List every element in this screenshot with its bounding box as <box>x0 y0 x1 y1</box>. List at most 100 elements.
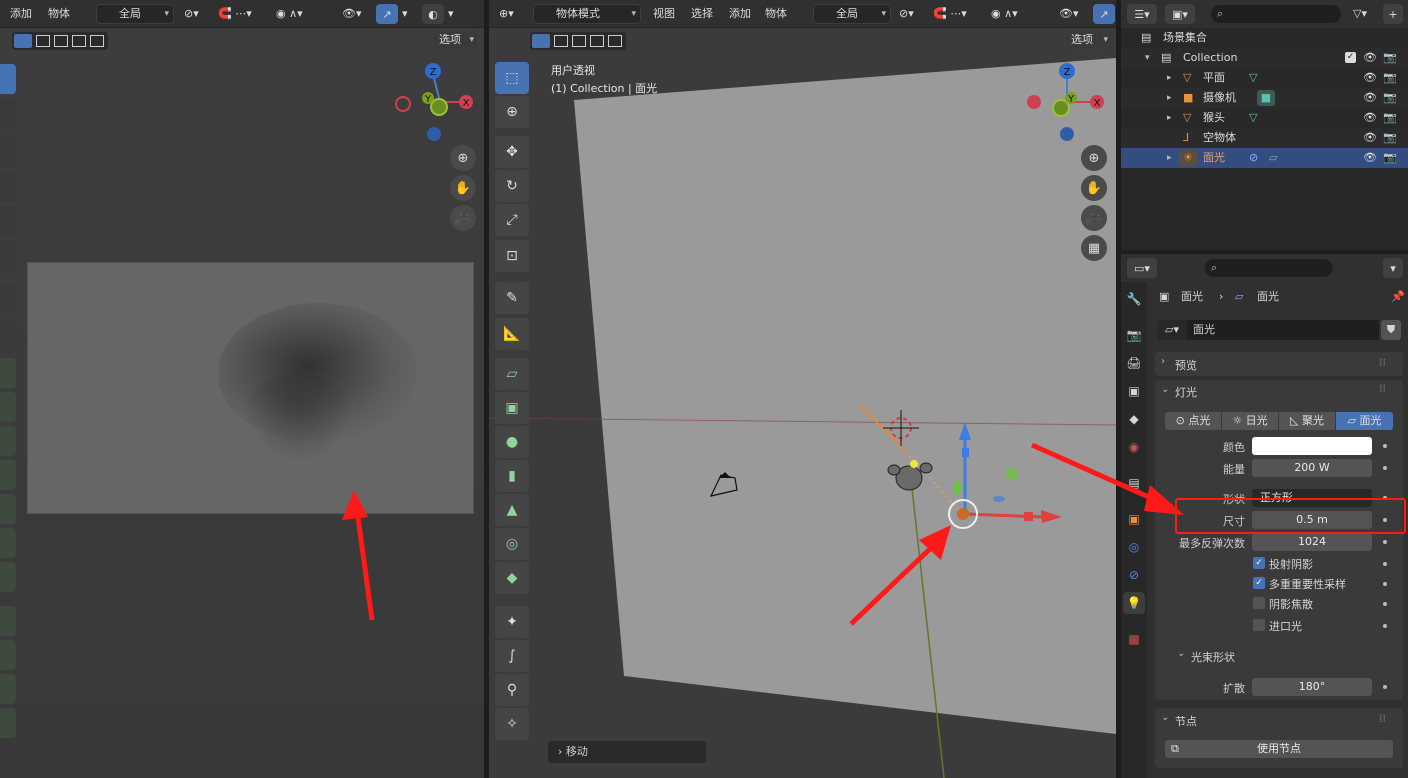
eye-icon[interactable]: 👁 <box>1363 48 1377 68</box>
eye-icon[interactable]: 👁 <box>1363 88 1377 108</box>
max-bounces-field[interactable]: 1024 <box>1252 533 1372 551</box>
add-shape-tool-icon[interactable]: ◆ <box>495 562 529 594</box>
preview-panel[interactable]: › 预览 ⁞⁞ <box>1155 352 1403 376</box>
add-curve-tool-icon[interactable]: ∫ <box>495 640 529 672</box>
orientation-dropdown[interactable]: 全局 ▾ <box>813 4 891 24</box>
add-empty-tool-icon[interactable]: ⚲ <box>495 674 529 706</box>
visibility-icon[interactable]: 👁▾ <box>342 6 362 22</box>
camera-data-icon[interactable]: ■ <box>1257 90 1275 106</box>
outliner-item[interactable]: ▸ ▽ 平面 ▽ 👁 📷 <box>1121 68 1408 88</box>
add-modifier-tool-icon[interactable]: ✦ <box>495 606 529 638</box>
exclude-checkbox[interactable]: ✓ <box>1345 52 1356 63</box>
add-torus-tool-icon[interactable] <box>0 528 16 558</box>
add-sphere-tool-icon[interactable]: ● <box>495 426 529 458</box>
scale-tool-icon[interactable] <box>0 206 16 236</box>
fake-user-shield-icon[interactable]: ⛊ <box>1381 320 1401 340</box>
keyframe-dot[interactable] <box>1383 582 1387 586</box>
outliner-search-input[interactable]: ⌕ <box>1211 5 1341 23</box>
eye-icon[interactable]: 👁 <box>1363 128 1377 148</box>
select-mode-group[interactable] <box>12 32 108 50</box>
add-tool-icon[interactable] <box>0 606 16 636</box>
view-layer-tab-icon[interactable]: ▣ <box>1123 380 1145 402</box>
point-light-button[interactable]: ⊙ 点光 <box>1165 412 1221 430</box>
transform-tool-icon[interactable] <box>0 242 16 272</box>
add-torus-tool-icon[interactable]: ◎ <box>495 528 529 560</box>
pin-icon[interactable]: 📌 <box>1391 288 1405 306</box>
eye-icon[interactable]: 👁 <box>1363 108 1377 128</box>
texture-tab-icon[interactable]: ▩ <box>1123 628 1145 650</box>
add-plane-tool-icon[interactable] <box>0 358 16 388</box>
menu-add[interactable]: 添加 <box>729 6 751 22</box>
eye-icon[interactable]: 👁 <box>1363 148 1377 168</box>
pan-hand-icon[interactable]: ✋ <box>450 175 476 201</box>
render-camera-icon[interactable]: 📷 <box>1383 48 1397 68</box>
grid-view-icon[interactable]: ▦ <box>1081 235 1107 261</box>
color-swatch[interactable] <box>1252 437 1372 455</box>
add-tool-icon[interactable] <box>0 674 16 704</box>
keyframe-dot[interactable] <box>1383 562 1387 566</box>
menu-add[interactable]: 添加 <box>10 6 32 22</box>
filter-icon[interactable]: ▽▾ <box>1353 6 1367 22</box>
move-tool-icon[interactable]: ✥ <box>495 136 529 168</box>
display-mode-icon[interactable]: ▣▾ <box>1165 4 1195 24</box>
outliner-item[interactable]: ⅃ 空物体 👁 📷 <box>1121 128 1408 148</box>
add-light-tool-icon[interactable]: ✧ <box>495 708 529 740</box>
constraints-tab-icon[interactable]: ⊘ <box>1123 564 1145 586</box>
select-tool-icon[interactable] <box>0 64 16 94</box>
add-cone-tool-icon[interactable] <box>0 494 16 524</box>
select-box-tool-icon[interactable]: ⬚ <box>495 62 529 94</box>
outliner-item[interactable]: ▸ ▽ 猴头 ▽ 👁 📷 <box>1121 108 1408 128</box>
render-camera-icon[interactable]: 📷 <box>1383 108 1397 128</box>
light-data-icon[interactable]: ⊘ <box>1249 148 1258 168</box>
add-tool-icon[interactable] <box>0 708 16 738</box>
drag-handle-icon[interactable]: ⁞⁞ <box>1379 712 1386 725</box>
add-cylinder-tool-icon[interactable] <box>0 460 16 490</box>
use-nodes-button[interactable]: ⧉ 使用节点 <box>1165 740 1393 758</box>
pivot-icon[interactable]: ⊘▾ <box>184 6 199 22</box>
gizmo-toggle-icon[interactable]: ↗ <box>376 4 398 24</box>
datablock-name-field[interactable]: 面光 <box>1187 320 1379 340</box>
portal-checkbox[interactable] <box>1253 619 1265 631</box>
scale-tool-icon[interactable]: ⤢ <box>495 204 529 236</box>
cursor-tool-icon[interactable]: ⊕ <box>495 96 529 128</box>
main-viewport[interactable]: ⊕▾ 物体模式 ▾ 视图 选择 添加 物体 全局 ▾ ⊘▾ 🧲 ⋯▾ ◉ ∧▾ 👁▾… <box>489 0 1116 778</box>
keyframe-dot[interactable] <box>1383 685 1387 689</box>
add-cube-tool-icon[interactable] <box>0 392 16 422</box>
left-viewport[interactable]: 添加 物体 全局 ▾ ⊘▾ 🧲 ⋯▾ ◉ ∧▾ 👁▾ ↗ ▾ ◐ ▾ 选项▾ <box>0 0 484 778</box>
output-tab-icon[interactable]: 🖨 <box>1123 352 1145 374</box>
camera-view-icon[interactable]: 🎥 <box>1081 205 1107 231</box>
snap-icon[interactable]: 🧲 ⋯▾ <box>218 6 252 22</box>
chevron-down-icon[interactable]: ⌄ <box>1177 648 1185 659</box>
mode-dropdown[interactable]: 物体模式 ▾ <box>533 4 641 24</box>
add-cone-tool-icon[interactable]: ▲ <box>495 494 529 526</box>
pivot-icon[interactable]: ⊘▾ <box>899 6 914 22</box>
browse-light-icon[interactable]: ▱▾ <box>1157 320 1187 340</box>
add-cylinder-tool-icon[interactable]: ▮ <box>495 460 529 492</box>
annotate-tool-icon[interactable] <box>0 284 16 314</box>
gizmo-dropdown-icon[interactable]: ▾ <box>402 6 408 22</box>
menu-object[interactable]: 物体 <box>765 6 787 22</box>
proportional-icon[interactable]: ◉ ∧▾ <box>991 6 1018 22</box>
render-camera-icon[interactable]: 📷 <box>1383 88 1397 108</box>
add-plane-tool-icon[interactable]: ▱ <box>495 358 529 390</box>
drag-handle-icon[interactable]: ⁞⁞ <box>1379 356 1386 369</box>
proportional-icon[interactable]: ◉ ∧▾ <box>276 6 303 22</box>
mesh-data-icon[interactable]: ▽ <box>1249 108 1257 128</box>
rotate-tool-icon[interactable]: ↻ <box>495 170 529 202</box>
navigation-gizmo[interactable]: Z X Y <box>390 60 480 150</box>
area-light-data-icon[interactable]: ▱ <box>1269 148 1277 168</box>
last-operator-panel[interactable]: › 移动 <box>547 740 707 764</box>
sun-light-button[interactable]: ☼ 日光 <box>1222 412 1278 430</box>
options-button[interactable]: 选项 ▾ <box>1064 30 1112 50</box>
scene-collection-row[interactable]: ▤ 场景集合 <box>1121 28 1408 48</box>
orientation-dropdown[interactable]: 全局 ▾ <box>96 4 174 24</box>
spread-field[interactable]: 180° <box>1252 678 1372 696</box>
collection-row[interactable]: ▾ ▤ Collection ✓ 👁 📷 <box>1121 48 1408 68</box>
spot-light-button[interactable]: ◺ 聚光 <box>1279 412 1335 430</box>
datablock-selector[interactable]: ▱▾ 面光 ⛊ <box>1157 320 1407 340</box>
options-button[interactable]: 选项 ▾ <box>432 30 478 50</box>
eye-icon[interactable]: 👁 <box>1363 68 1377 88</box>
editor-type-icon[interactable]: ☰▾ <box>1127 4 1157 24</box>
chevron-down-icon[interactable]: ⌄ <box>1161 384 1169 395</box>
scene-tab-icon[interactable]: ◆ <box>1123 408 1145 430</box>
